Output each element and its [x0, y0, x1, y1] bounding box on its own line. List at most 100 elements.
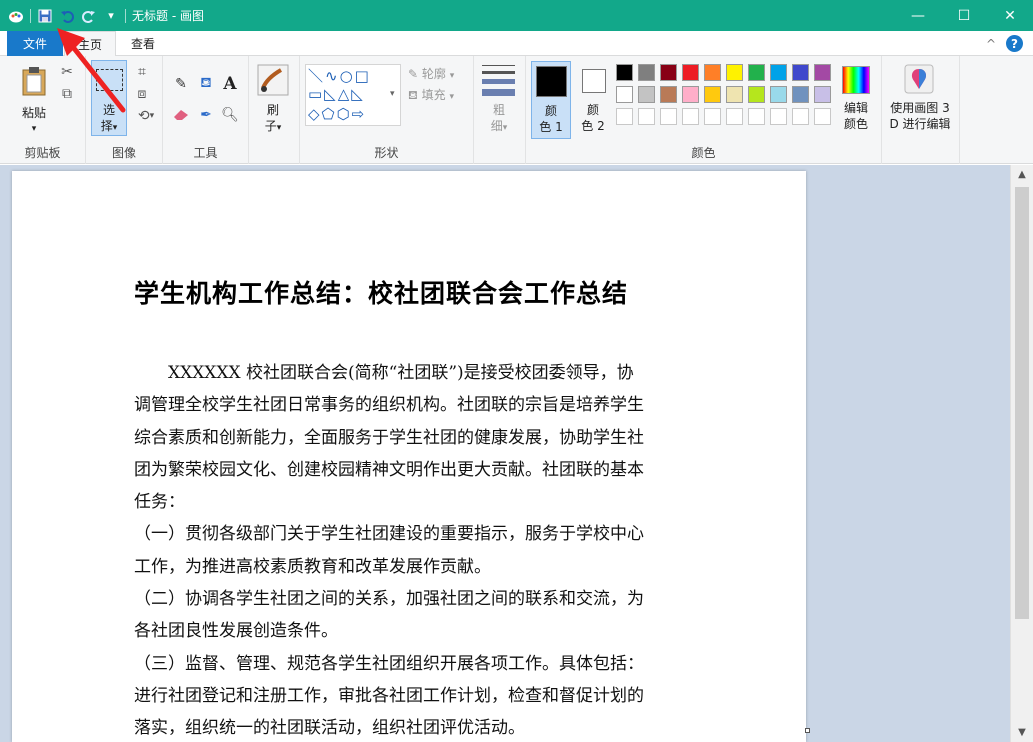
paint3d-icon [904, 64, 934, 97]
scroll-down-arrow[interactable]: ▼ [1011, 724, 1033, 741]
size-label-top: 粗 [492, 103, 505, 117]
eraser-icon[interactable] [173, 107, 189, 123]
edit-colors-button[interactable]: 编辑 颜色 [838, 64, 880, 140]
scroll-thumb[interactable] [1015, 187, 1029, 619]
help-icon[interactable]: ? [1006, 35, 1023, 52]
palette-swatch[interactable] [748, 86, 765, 103]
magnifier-icon[interactable]: 🔍︎ [221, 107, 239, 123]
palette-swatch[interactable] [704, 86, 721, 103]
brushes-label-bottom: 子▾ [264, 119, 282, 133]
paint-app-icon[interactable] [8, 8, 24, 24]
save-icon[interactable] [37, 8, 53, 24]
palette-swatch[interactable] [682, 86, 699, 103]
close-button[interactable]: ✕ [987, 0, 1033, 31]
palette-swatch[interactable] [814, 64, 831, 81]
copy-icon[interactable]: ⧉ [59, 86, 75, 102]
palette-swatch[interactable] [682, 64, 699, 81]
title-bar: ▾ 无标题 - 画图 — ☐ ✕ [0, 0, 1033, 31]
tab-view[interactable]: 查看 [120, 31, 166, 56]
rotate-icon[interactable]: ⟲ ▾ [134, 108, 158, 124]
size-label-bottom: 细▾ [490, 119, 508, 133]
undo-icon[interactable] [59, 8, 75, 24]
paste-dropdown-arrow: ▾ [31, 124, 37, 134]
minimize-button[interactable]: — [895, 0, 941, 31]
custom-color-slot[interactable] [682, 108, 699, 125]
fill-dropdown-arrow: ▾ [449, 92, 455, 102]
customize-qat-icon[interactable]: ▾ [103, 8, 119, 24]
custom-color-slot[interactable] [814, 108, 831, 125]
custom-color-slot[interactable] [660, 108, 677, 125]
document-line: （三）监督、管理、规范各学生社团组织开展各项工作。具体包括： [134, 653, 644, 674]
custom-color-slot[interactable] [770, 108, 787, 125]
color1-swatch [536, 66, 567, 97]
document-line: 调管理全校学生社团日常事务的组织机构。社团联的宗旨是培养学生 [134, 395, 644, 416]
group-size[interactable]: 粗 细▾ [474, 56, 526, 164]
redo-icon[interactable] [81, 8, 97, 24]
custom-color-slot[interactable] [748, 108, 765, 125]
collapse-ribbon-icon[interactable]: ^ [986, 37, 996, 51]
palette-swatch[interactable] [726, 86, 743, 103]
qat-separator [125, 8, 126, 23]
pencil-icon[interactable]: ✎ [173, 76, 189, 92]
vertical-scrollbar[interactable]: ▲ ▼ [1010, 165, 1033, 742]
palette-swatch[interactable] [660, 64, 677, 81]
fill-button[interactable]: ⛾ 填充 ▾ [408, 86, 472, 104]
qat-separator [30, 8, 31, 23]
select-icon [96, 69, 123, 91]
color-picker-icon[interactable]: ✒ [198, 107, 214, 123]
palette-swatch[interactable] [814, 86, 831, 103]
crop-icon[interactable]: ⌗ [134, 64, 150, 80]
palette-swatch[interactable] [792, 64, 809, 81]
custom-color-slot[interactable] [704, 108, 721, 125]
color2-button[interactable]: 颜 色 2 [574, 61, 614, 139]
drawing-canvas[interactable]: 学生机构工作总结：校社团联合会工作总结 XXXXXX 校社团联合会(简称“社团联… [12, 171, 806, 742]
select-label-bottom: 择▾ [100, 119, 118, 133]
window-controls: — ☐ ✕ [895, 0, 1033, 31]
custom-color-slot[interactable] [638, 108, 655, 125]
document-line: 团为繁荣校园文化、创建校园精神文明作出更大贡献。社团联的基本 [134, 459, 644, 480]
custom-color-slot[interactable] [616, 108, 633, 125]
select-button[interactable]: 选 择▾ [91, 60, 127, 136]
shapes-gallery[interactable]: ＼∿○□ ▭◺△◺ ◇⬠⬡⇨ ▾ [305, 64, 401, 126]
group-brushes[interactable]: 刷 子▾ [249, 56, 300, 164]
maximize-button[interactable]: ☐ [941, 0, 987, 31]
canvas-resize-handle[interactable] [805, 728, 810, 733]
palette-swatch[interactable] [616, 86, 633, 103]
resize-icon[interactable]: ⧈ [134, 86, 150, 102]
scroll-up-arrow[interactable]: ▲ [1011, 166, 1033, 183]
palette-swatch[interactable] [704, 64, 721, 81]
color1-label-bottom: 色 1 [539, 120, 563, 134]
paste-label: 粘贴 [21, 106, 46, 120]
document-line: XXXXXX 校社团联合会(简称“社团联”)是接受校团委领导，协 [134, 363, 634, 383]
document-line: 综合素质和创新能力，全面服务于学生社团的健康发展，协助学生社 [134, 427, 644, 448]
tab-file[interactable]: 文件 [7, 31, 63, 56]
cut-icon[interactable]: ✂ [59, 64, 75, 80]
palette-swatch[interactable] [638, 86, 655, 103]
color1-button[interactable]: 颜 色 1 [531, 61, 571, 139]
document-line: 落实，组织统一的社团联活动，组织社团评优活动。 [134, 718, 525, 739]
outline-label: 轮廓 [421, 67, 446, 81]
palette-swatch[interactable] [748, 64, 765, 81]
fill-label: 填充 [421, 88, 446, 102]
tab-home[interactable]: 主页 [64, 31, 116, 57]
palette-swatch[interactable] [726, 64, 743, 81]
palette-swatch[interactable] [616, 64, 633, 81]
palette-swatch[interactable] [770, 64, 787, 81]
shapes-scroll-arrow[interactable]: ▾ [390, 89, 400, 99]
document-line: 各社团良性发展创造条件。 [134, 621, 338, 642]
fill-bucket-icon[interactable]: ⛾ [198, 75, 214, 92]
edit-colors-icon [842, 66, 870, 94]
group-paint3d[interactable]: 使用画图 3 D 进行编辑 [882, 56, 960, 164]
palette-swatch[interactable] [638, 64, 655, 81]
text-tool-icon[interactable]: A [222, 74, 238, 94]
shapes-row-1: ＼∿○□ [308, 67, 371, 85]
paste-button[interactable]: 粘贴 ▾ [12, 62, 56, 136]
palette-swatch[interactable] [660, 86, 677, 103]
palette-swatch[interactable] [770, 86, 787, 103]
custom-color-slot[interactable] [792, 108, 809, 125]
ribbon: 粘贴 ▾ ✂ ⧉ 剪贴板 选 择▾ ⌗ ⧈ ⟲ ▾ 图像 ✎ ⛾ A ✒ 🔍︎ 工… [0, 56, 1033, 164]
palette-swatch[interactable] [792, 86, 809, 103]
outline-button[interactable]: ✎ 轮廓 ▾ [408, 65, 472, 83]
custom-color-slot[interactable] [726, 108, 743, 125]
group-colors: 颜 色 1 颜 色 2 编辑 颜色 颜色 [526, 56, 882, 164]
